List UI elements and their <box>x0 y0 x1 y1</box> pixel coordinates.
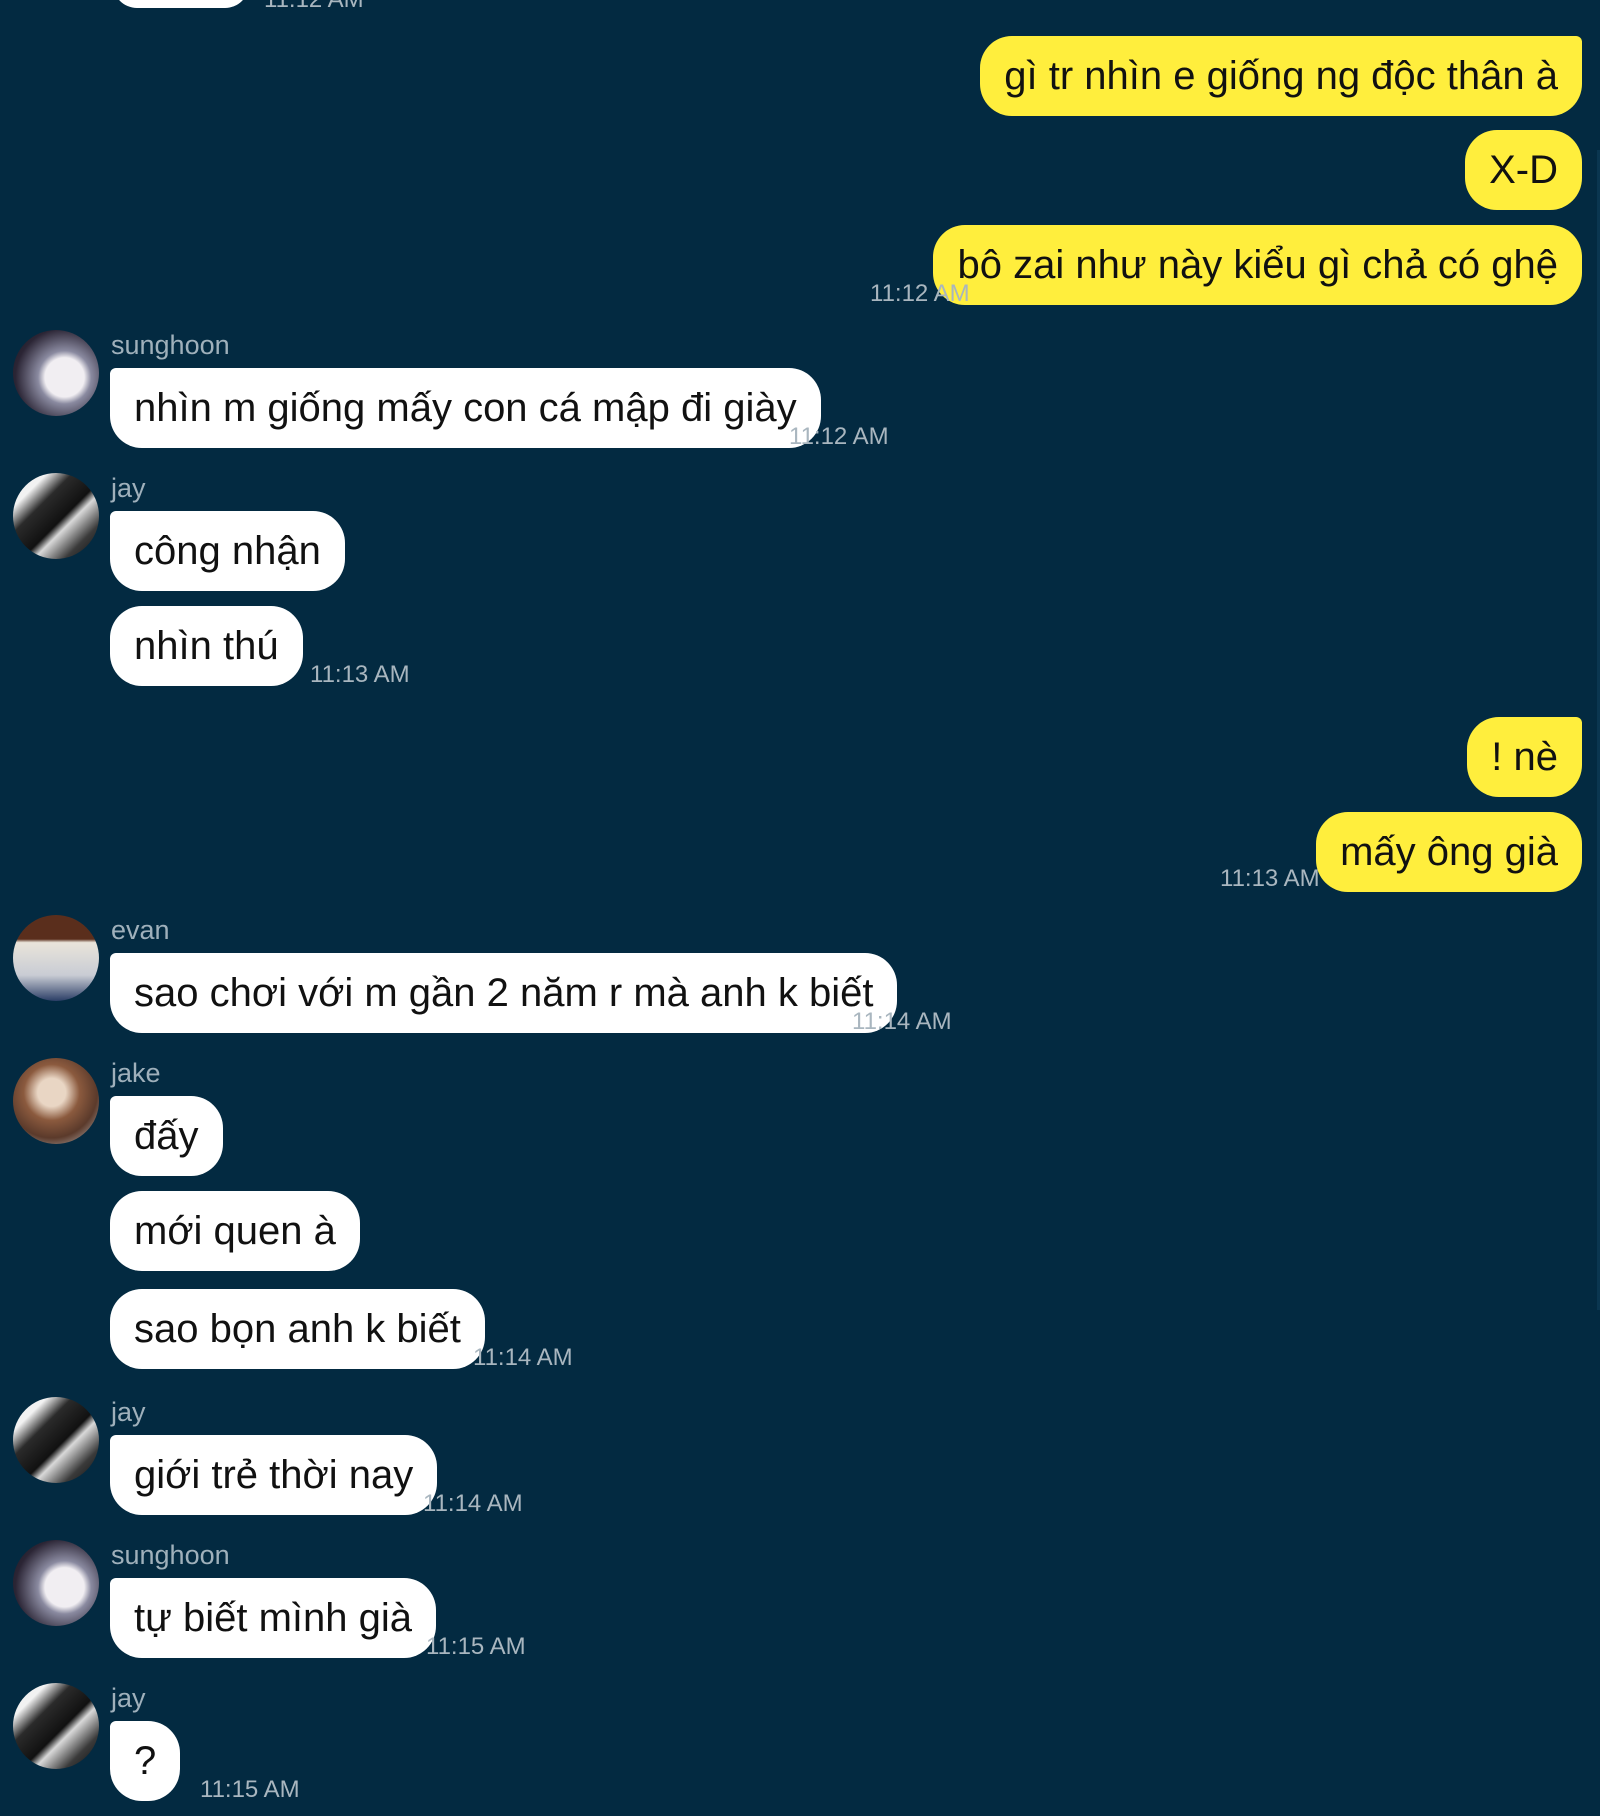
jay-avatar[interactable] <box>13 473 99 559</box>
sender-name: jay <box>111 1683 146 1713</box>
incoming-message-bubble[interactable]: công nhận <box>110 511 345 591</box>
message-bubble-partial[interactable] <box>113 0 249 8</box>
incoming-message-bubble[interactable]: tự biết mình già <box>110 1578 437 1658</box>
sender-name: jake <box>111 1058 161 1088</box>
incoming-message-bubble[interactable]: sao chơi với m gần 2 năm r mà anh k biết <box>110 953 898 1033</box>
sender-name: jay <box>111 1397 146 1427</box>
jay-avatar[interactable] <box>13 1397 99 1483</box>
outgoing-message-bubble[interactable]: X-D <box>1465 130 1582 210</box>
sender-name: sunghoon <box>111 1540 230 1570</box>
message-timestamp: 11:12 AM <box>870 280 970 307</box>
jay-avatar[interactable] <box>13 1683 99 1769</box>
sunghoon-avatar[interactable] <box>13 1540 99 1626</box>
message-timestamp: 11:13 AM <box>310 661 410 688</box>
sender-name: jay <box>111 473 146 503</box>
message-timestamp: 11:12 AM <box>264 0 364 14</box>
outgoing-message-bubble[interactable]: ! nè <box>1467 717 1582 797</box>
incoming-message-bubble[interactable]: giới trẻ thời nay <box>110 1435 438 1515</box>
outgoing-message-bubble[interactable]: mấy ông già <box>1316 812 1582 892</box>
sender-name: sunghoon <box>111 330 230 360</box>
message-timestamp: 11:14 AM <box>852 1008 952 1035</box>
sunghoon-avatar[interactable] <box>13 330 99 416</box>
outgoing-message-bubble[interactable]: gì tr nhìn e giống ng độc thân à <box>980 36 1582 116</box>
message-timestamp: 11:15 AM <box>200 1776 300 1803</box>
chat-message-list[interactable]: 11:12 AM gì tr nhìn e giống ng độc thân … <box>0 0 1600 1816</box>
incoming-message-bubble[interactable]: nhìn m giống mấy con cá mập đi giày <box>110 368 821 448</box>
jake-avatar[interactable] <box>13 1058 99 1144</box>
message-timestamp: 11:13 AM <box>1220 865 1320 892</box>
incoming-message-bubble[interactable]: nhìn thú <box>110 606 303 686</box>
message-timestamp: 11:12 AM <box>789 423 889 450</box>
incoming-message-bubble[interactable]: mới quen à <box>110 1191 360 1271</box>
message-timestamp: 11:15 AM <box>426 1633 526 1660</box>
sender-name: evan <box>111 915 170 945</box>
message-timestamp: 11:14 AM <box>423 1490 523 1517</box>
incoming-message-bubble[interactable]: ? <box>110 1721 181 1801</box>
incoming-message-bubble[interactable]: đấy <box>110 1096 223 1176</box>
message-timestamp: 11:14 AM <box>473 1344 573 1371</box>
outgoing-message-bubble[interactable]: bô zai như này kiểu gì chả có ghệ <box>933 225 1582 305</box>
incoming-message-bubble[interactable]: sao bọn anh k biết <box>110 1289 485 1369</box>
evan-avatar[interactable] <box>13 915 99 1001</box>
